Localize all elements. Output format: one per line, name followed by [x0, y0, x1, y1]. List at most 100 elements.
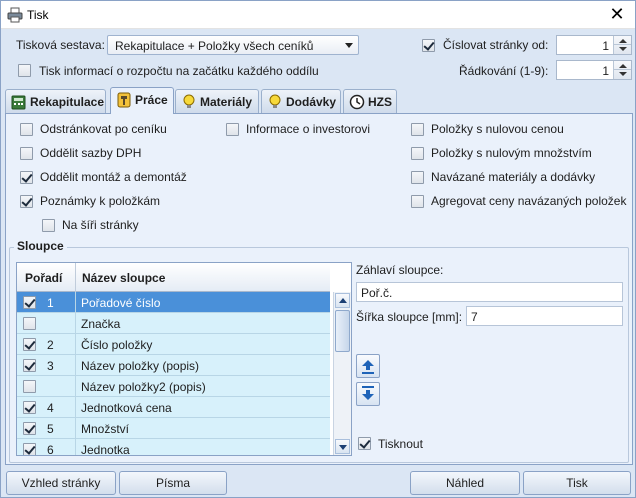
row-name: Množství	[81, 422, 130, 436]
option-label: Poznámky k položkám	[40, 194, 161, 208]
spinner-buttons[interactable]	[613, 36, 631, 54]
aggregate-prices-checkbox[interactable]	[411, 195, 424, 208]
table-row[interactable]: Název položky2 (popis)	[17, 376, 330, 397]
table-row[interactable]: 2 Číslo položky	[17, 334, 330, 355]
line-spacing-value: 1	[602, 64, 609, 78]
arrow-up-icon[interactable]	[619, 64, 627, 68]
table-row[interactable]: 6 Jednotka	[17, 439, 330, 456]
print-column-checkbox[interactable]	[358, 437, 371, 450]
number-pages-spinner[interactable]: 1	[556, 35, 632, 55]
spinner-buttons[interactable]	[613, 61, 631, 79]
table-row[interactable]: 5 Množství	[17, 418, 330, 439]
tab-rekapitulace[interactable]: Rekapitulace	[5, 89, 106, 113]
columns-group-title: Sloupce	[14, 239, 67, 253]
table-row[interactable]: 4 Jednotková cena	[17, 397, 330, 418]
report-select[interactable]: Rekapitulace + Položky všech ceníků	[107, 35, 359, 55]
tab-label: Materiály	[200, 95, 253, 109]
preview-button[interactable]: Náhled	[410, 471, 520, 495]
row-name: Pořadové číslo	[81, 296, 161, 310]
columns-grid[interactable]: Pořadí Název sloupce 1 Pořadové číslo Zn…	[16, 262, 352, 456]
row-order: 3	[47, 359, 54, 373]
row-checkbox[interactable]	[23, 296, 36, 309]
row-checkbox[interactable]	[23, 317, 36, 330]
title-bar: Tisk ✕	[1, 1, 635, 29]
print-button[interactable]: Tisk	[523, 471, 631, 495]
lightbulb-icon	[183, 94, 195, 108]
scroll-down-icon[interactable]	[335, 439, 350, 454]
row-order: 2	[47, 338, 54, 352]
width-label: Šířka sloupce [mm]:	[356, 310, 463, 324]
row-name: Název položky2 (popis)	[81, 380, 206, 394]
row-order: 6	[47, 443, 54, 456]
window-title: Tisk	[27, 8, 49, 22]
tab-hzs[interactable]: HZS	[343, 89, 397, 113]
row-name: Značka	[81, 317, 121, 331]
calculator-icon	[11, 95, 26, 110]
close-icon[interactable]: ✕	[607, 4, 627, 24]
row-order: 1	[47, 296, 54, 310]
number-pages-label: Číslovat stránky od:	[443, 38, 549, 52]
row-checkbox[interactable]	[23, 338, 36, 351]
item-notes-checkbox[interactable]	[20, 195, 33, 208]
budget-info-label: Tisk informací o rozpočtu na začátku kaž…	[39, 64, 319, 78]
tab-label: Dodávky	[286, 95, 337, 109]
table-row[interactable]: 3 Název položky (popis)	[17, 355, 330, 376]
option-label: Na šíři stránky	[62, 218, 139, 232]
page-by-pricelist-checkbox[interactable]	[20, 123, 33, 136]
hammer-icon	[117, 92, 131, 108]
page-width-checkbox[interactable]	[42, 219, 55, 232]
scroll-up-icon[interactable]	[335, 293, 350, 308]
grid-header: Pořadí Název sloupce	[17, 263, 330, 292]
option-label: Informace o investorovi	[246, 122, 371, 136]
split-vat-checkbox[interactable]	[20, 147, 33, 160]
row-checkbox[interactable]	[23, 443, 36, 455]
arrow-up-icon[interactable]	[619, 39, 627, 43]
line-spacing-spinner[interactable]: 1	[556, 60, 632, 80]
move-down-button[interactable]	[356, 382, 380, 406]
move-down-icon	[362, 386, 374, 400]
header-order: Pořadí	[25, 271, 63, 285]
row-checkbox[interactable]	[23, 380, 36, 393]
row-checkbox[interactable]	[23, 422, 36, 435]
investor-info-checkbox[interactable]	[226, 123, 239, 136]
table-row[interactable]: Značka	[17, 313, 330, 334]
table-row[interactable]: 1 Pořadové číslo	[17, 292, 330, 313]
tab-label: Práce	[135, 93, 168, 107]
move-up-button[interactable]	[356, 354, 380, 378]
option-label: Navázané materiály a dodávky	[431, 170, 596, 184]
arrow-down-icon[interactable]	[619, 72, 627, 76]
tab-prace[interactable]: Práce	[110, 87, 174, 114]
budget-info-checkbox[interactable]	[18, 64, 31, 77]
tab-label: Rekapitulace	[30, 95, 105, 109]
row-checkbox[interactable]	[23, 401, 36, 414]
tab-materialy[interactable]: Materiály	[175, 89, 259, 113]
fonts-button[interactable]: Písma	[119, 471, 227, 495]
zero-price-checkbox[interactable]	[411, 123, 424, 136]
row-name: Číslo položky	[81, 338, 153, 352]
row-checkbox[interactable]	[23, 359, 36, 372]
arrow-down-icon[interactable]	[619, 47, 627, 51]
move-up-icon	[362, 360, 374, 374]
option-label: Agregovat ceny navázaných položek	[431, 194, 627, 208]
width-input[interactable]: 7	[466, 306, 623, 326]
print-column-label: Tisknout	[378, 437, 423, 451]
printer-icon	[7, 7, 23, 23]
scroll-thumb[interactable]	[335, 310, 350, 352]
row-name: Jednotková cena	[81, 401, 172, 415]
columns-group: Sloupce Pořadí Název sloupce 1 Pořadové …	[9, 239, 629, 463]
option-label: Položky s nulovou cenou	[431, 122, 564, 136]
header-caption-input[interactable]: Poř.č.	[356, 282, 623, 302]
lightbulb-icon	[269, 94, 281, 108]
tab-dodavky[interactable]: Dodávky	[261, 89, 341, 113]
page-look-button[interactable]: Vzhled stránky	[6, 471, 116, 495]
grid-scrollbar[interactable]	[333, 292, 351, 455]
report-select-value: Rekapitulace + Položky všech ceníků	[115, 39, 314, 53]
split-assembly-checkbox[interactable]	[20, 171, 33, 184]
number-pages-checkbox[interactable]	[422, 39, 435, 52]
linked-materials-checkbox[interactable]	[411, 171, 424, 184]
zero-quantity-checkbox[interactable]	[411, 147, 424, 160]
tab-label: HZS	[368, 95, 392, 109]
option-label: Odstránkovat po ceníku	[40, 122, 167, 136]
option-label: Oddělit montáž a demontáž	[40, 170, 187, 184]
clock-icon	[349, 94, 365, 110]
